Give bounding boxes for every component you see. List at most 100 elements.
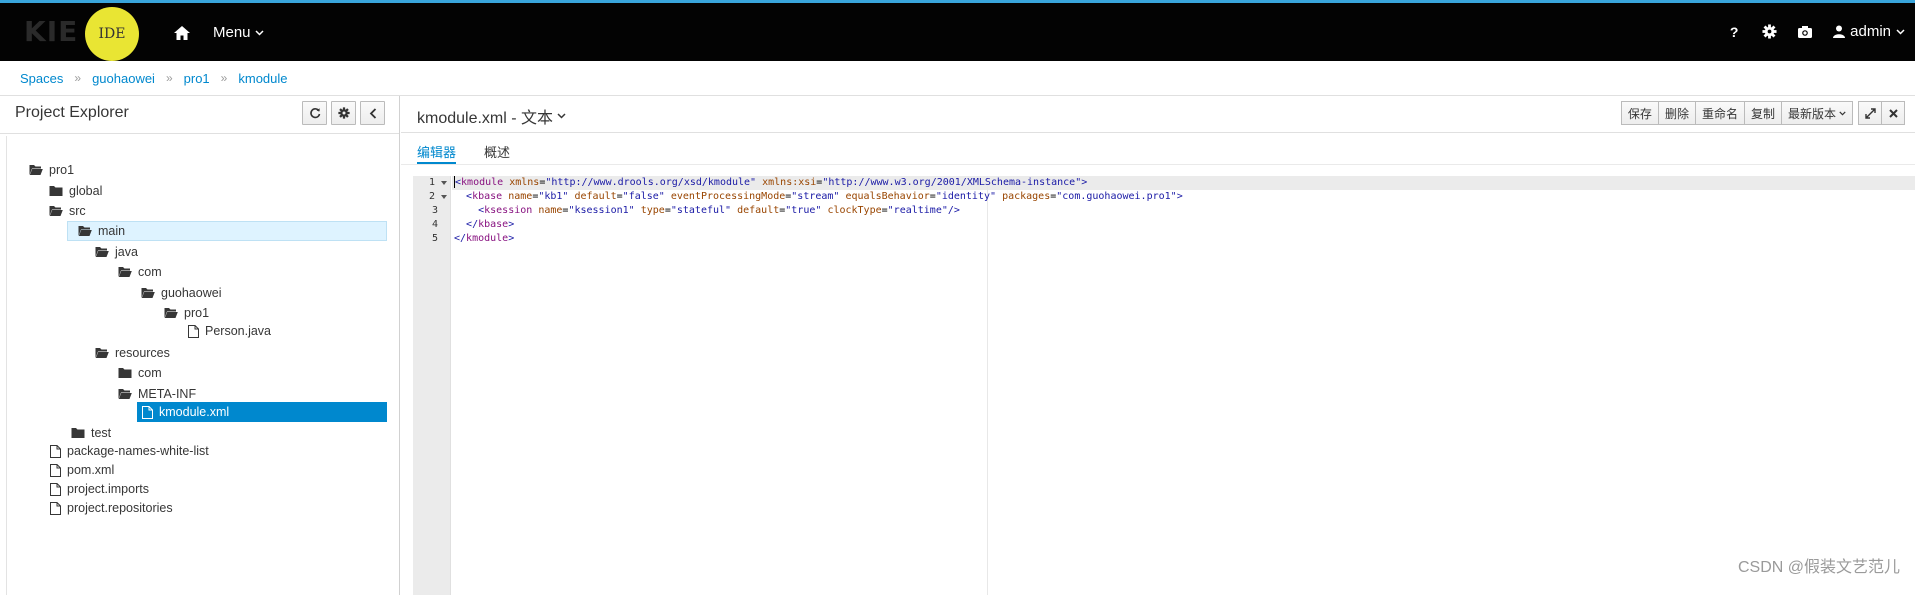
chevron-down-icon [255, 29, 264, 36]
file-icon [50, 482, 61, 496]
breadcrumb-spaces[interactable]: Spaces [20, 71, 63, 86]
close-button[interactable] [1881, 101, 1905, 125]
latest-version-label: 最新版本 [1787, 106, 1836, 121]
tabs-divider [401, 164, 1915, 165]
folder-open-icon [118, 267, 132, 277]
tree-node-file[interactable]: package-names-white-list [50, 441, 209, 461]
chevron-down-icon [557, 113, 566, 119]
tree-node-file-selected[interactable]: kmodule.xml [137, 402, 387, 422]
user-icon [1833, 25, 1846, 38]
tree-node-folder[interactable]: test [71, 423, 111, 443]
help-icon[interactable]: ? [1726, 24, 1742, 40]
code-line: <ksession name="ksession1" type="statefu… [478, 205, 960, 216]
code-editor[interactable]: 1 2 3 4 5 <kmodule xmlns="http://www.dro… [413, 176, 1915, 595]
breadcrumb-project[interactable]: pro1 [184, 71, 210, 86]
fold-arrow-icon [441, 181, 447, 185]
kie-logo-text: KIE [24, 15, 79, 48]
chevron-left-icon [369, 107, 376, 119]
folder-open-icon [95, 247, 109, 257]
tree-node-folder[interactable]: pro1 [164, 303, 209, 323]
gear-icon[interactable] [1762, 24, 1777, 39]
folder-open-icon [95, 348, 109, 358]
maximize-button[interactable] [1858, 101, 1882, 125]
line-number: 5 [431, 233, 438, 244]
folder-open-icon [29, 165, 43, 175]
rename-button[interactable]: 重命名 [1694, 101, 1745, 125]
tree-node-folder[interactable]: META-INF [118, 384, 196, 404]
line-number: 4 [431, 219, 438, 230]
breadcrumb: Spaces » guohaowei » pro1 » kmodule [0, 61, 1915, 96]
editor-tabs: 编辑器 概述 [417, 134, 510, 164]
print-margin [987, 176, 988, 595]
collapse-panel-button[interactable] [360, 101, 385, 125]
file-icon [50, 501, 61, 515]
code-area[interactable]: <kmodule xmlns="http://www.drools.org/xs… [452, 176, 1915, 595]
tab-editor[interactable]: 编辑器 [417, 134, 457, 164]
tree-node-folder[interactable]: src [49, 201, 86, 221]
tree-node-file[interactable]: project.repositories [50, 498, 173, 518]
camera-icon[interactable] [1797, 25, 1813, 39]
tree-node-folder[interactable]: resources [95, 343, 170, 363]
breadcrumb-separator: » [165, 71, 173, 85]
user-menu[interactable]: admin [1833, 23, 1905, 40]
folder-icon [118, 368, 132, 378]
refresh-icon [309, 108, 320, 119]
document-title: kmodule.xml - 文本 [417, 110, 554, 127]
project-explorer-panel: Project Explorer pro1 global src main ja… [0, 96, 400, 595]
panel-divider [0, 133, 399, 134]
tree-node-file[interactable]: pom.xml [50, 460, 114, 480]
menu-dropdown[interactable]: Menu [213, 24, 264, 41]
watermark: CSDN @假装文艺范儿 [1737, 559, 1900, 576]
breadcrumb-separator: » [220, 71, 228, 85]
user-name: admin [1850, 23, 1891, 40]
tab-overview[interactable]: 概述 [484, 134, 510, 164]
title-divider [401, 132, 1915, 133]
file-icon [188, 324, 199, 338]
file-icon [142, 405, 153, 419]
folder-icon [71, 428, 85, 438]
gear-icon [337, 107, 350, 119]
folder-open-icon [141, 288, 155, 298]
breadcrumb-space[interactable]: guohaowei [92, 71, 155, 86]
refresh-button[interactable] [302, 101, 327, 125]
tree-node-folder[interactable]: com [118, 363, 162, 383]
save-button[interactable]: 保存 [1620, 101, 1659, 125]
home-icon[interactable] [173, 25, 191, 41]
folder-icon [49, 186, 63, 196]
folder-open-icon [49, 206, 63, 216]
latest-version-dropdown[interactable]: 最新版本 [1780, 101, 1853, 125]
tree-node-folder[interactable]: guohaowei [141, 283, 221, 303]
editor-toolbar: 保存 删除 重命名 复制 最新版本 [1620, 101, 1905, 125]
project-tree: pro1 global src main java com guohaowei [6, 136, 394, 595]
tree-node-folder[interactable]: java [95, 242, 138, 262]
file-icon [50, 444, 61, 458]
ide-logo-badge: IDE [85, 7, 139, 61]
fold-arrow-icon [441, 195, 447, 199]
line-number: 1 [429, 176, 447, 190]
line-number-gutter: 1 2 3 4 5 [413, 176, 451, 595]
folder-open-icon [164, 308, 178, 318]
breadcrumb-asset[interactable]: kmodule [238, 71, 287, 86]
expand-icon [1864, 107, 1876, 119]
tree-node-folder[interactable]: global [49, 181, 102, 201]
folder-open-icon [118, 389, 132, 399]
file-icon [50, 463, 61, 477]
tree-node-file[interactable]: project.imports [50, 479, 149, 499]
document-title-dropdown[interactable]: kmodule.xml - 文本 [417, 104, 566, 128]
copy-button[interactable]: 复制 [1743, 101, 1782, 125]
settings-button[interactable] [331, 101, 356, 125]
code-line: <kbase name="kb1" default="false" eventP… [466, 191, 1183, 202]
code-line: <kmodule xmlns="http://www.drools.org/xs… [454, 176, 1088, 188]
chevron-down-icon [1839, 111, 1846, 115]
line-number: 3 [431, 205, 438, 216]
line-number: 2 [429, 190, 447, 204]
breadcrumb-separator: » [74, 71, 82, 85]
delete-button[interactable]: 删除 [1657, 101, 1696, 125]
menu-label: Menu [213, 24, 251, 41]
tree-node-file[interactable]: Person.java [188, 321, 271, 341]
folder-open-icon [78, 226, 92, 236]
tree-node-folder-highlighted[interactable]: main [67, 221, 387, 241]
tree-node-project[interactable]: pro1 [29, 160, 74, 180]
close-icon [1888, 108, 1898, 118]
tree-node-folder[interactable]: com [118, 262, 162, 282]
